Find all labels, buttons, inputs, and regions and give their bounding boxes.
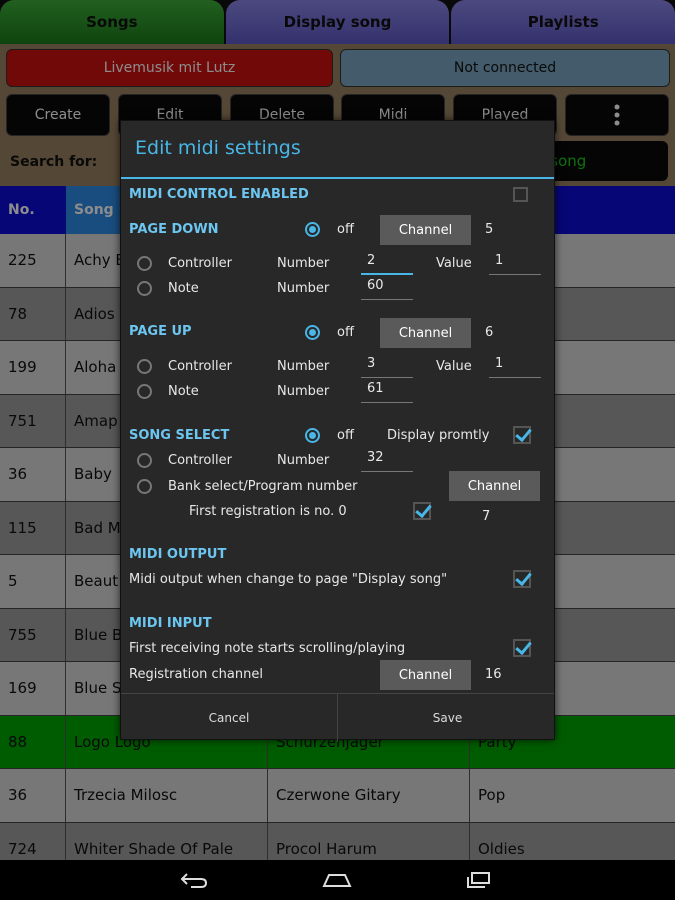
midi-input-label: MIDI INPUT	[129, 616, 212, 631]
page-down-controller-value-input[interactable]: 1	[489, 253, 541, 275]
dialog-footer: Cancel Save	[121, 693, 556, 742]
page-up-note-number-label: Number	[277, 384, 330, 399]
page-down-channel-value: 5	[485, 222, 494, 237]
page-up-controller-number-input[interactable]: 3	[361, 356, 413, 378]
song-select-controller-label: Controller	[168, 453, 232, 468]
midi-output-checkbox[interactable]	[513, 570, 531, 588]
midi-settings-dialog: Edit midi settings MIDI CONTROL ENABLED …	[120, 120, 556, 742]
display-promptly-label: Display promtly	[387, 428, 490, 443]
song-select-off-radio[interactable]	[305, 428, 320, 443]
page-up-off-label: off	[337, 325, 354, 340]
midi-control-enabled-label: MIDI CONTROL ENABLED	[129, 187, 309, 202]
page-up-controller-value-input[interactable]: 1	[489, 356, 541, 378]
page-up-note-radio[interactable]	[137, 384, 152, 399]
system-navigation-bar	[0, 860, 675, 900]
page-up-value-label: Value	[436, 359, 472, 374]
recents-icon[interactable]	[461, 868, 497, 892]
page-down-note-radio[interactable]	[137, 281, 152, 296]
song-select-controller-number-input[interactable]: 32	[361, 450, 413, 472]
title-divider	[121, 177, 554, 179]
bank-select-radio[interactable]	[137, 479, 152, 494]
page-down-controller-label: Controller	[168, 256, 232, 271]
song-select-controller-radio[interactable]	[137, 453, 152, 468]
page-down-controller-number-input[interactable]: 2	[361, 253, 413, 275]
bank-select-label: Bank select/Program number	[168, 479, 358, 494]
display-promptly-checkbox[interactable]	[513, 426, 531, 444]
first-note-checkbox[interactable]	[513, 639, 531, 657]
page-down-controller-radio[interactable]	[137, 256, 152, 271]
cancel-button[interactable]: Cancel	[121, 694, 338, 742]
song-select-off-label: off	[337, 428, 354, 443]
registration-channel-value: 16	[485, 667, 502, 682]
page-up-note-number-input[interactable]: 61	[361, 381, 413, 403]
midi-output-label: MIDI OUTPUT	[129, 547, 227, 562]
page-up-channel-value: 6	[485, 325, 494, 340]
page-up-number-label: Number	[277, 359, 330, 374]
page-down-off-radio[interactable]	[305, 222, 320, 237]
song-select-channel-value: 7	[482, 509, 491, 524]
page-up-controller-radio[interactable]	[137, 359, 152, 374]
back-icon[interactable]	[176, 868, 212, 892]
song-select-number-label: Number	[277, 453, 330, 468]
page-down-value-label: Value	[436, 256, 472, 271]
page-down-note-label: Note	[168, 281, 199, 296]
page-down-channel-button[interactable]: Channel	[380, 215, 471, 245]
song-select-channel-button[interactable]: Channel	[449, 471, 540, 501]
midi-control-enabled-checkbox[interactable]	[513, 187, 528, 202]
midi-output-text: Midi output when change to page "Display…	[129, 572, 448, 587]
page-up-channel-button[interactable]: Channel	[380, 318, 471, 348]
first-registration-label: First registration is no. 0	[189, 504, 347, 519]
page-up-controller-label: Controller	[168, 359, 232, 374]
page-down-off-label: off	[337, 222, 354, 237]
song-select-label: SONG SELECT	[129, 428, 230, 443]
page-up-off-radio[interactable]	[305, 325, 320, 340]
first-note-text: First receiving note starts scrolling/pl…	[129, 641, 406, 656]
page-down-number-label: Number	[277, 256, 330, 271]
dialog-title: Edit midi settings	[135, 137, 301, 159]
page-down-note-number-label: Number	[277, 281, 330, 296]
first-registration-checkbox[interactable]	[413, 502, 431, 520]
registration-channel-button[interactable]: Channel	[380, 660, 471, 690]
page-up-note-label: Note	[168, 384, 199, 399]
save-button[interactable]: Save	[339, 694, 556, 742]
registration-channel-label: Registration channel	[129, 667, 263, 682]
page-up-label: PAGE UP	[129, 324, 192, 339]
home-icon[interactable]	[319, 868, 355, 892]
page-down-label: PAGE DOWN	[129, 222, 219, 237]
page-down-note-number-input[interactable]: 60	[361, 278, 413, 300]
